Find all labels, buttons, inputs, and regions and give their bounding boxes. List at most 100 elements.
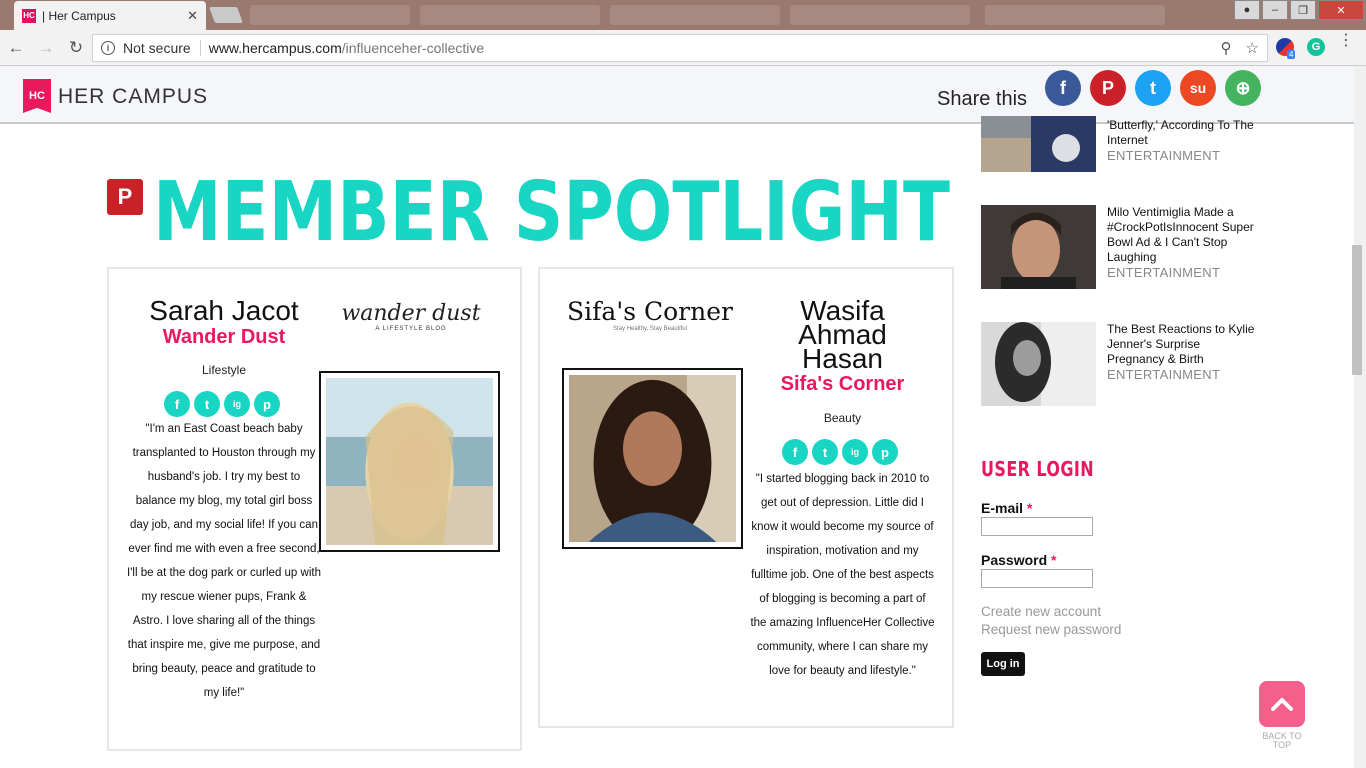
social-icons: f t ig p (782, 439, 898, 465)
more-share-icon[interactable]: ⊕ (1225, 70, 1261, 106)
pinterest-icon[interactable]: p (254, 391, 280, 417)
article-text: 'Butterfly,' According To The Internet E… (1107, 118, 1257, 163)
member-card: Sarah Jacot Wander Dust wander dust A LI… (107, 267, 522, 751)
url-host: www.hercampus.com (208, 40, 342, 56)
email-label: E-mail * (981, 500, 1032, 516)
close-icon[interactable]: ✕ (187, 8, 198, 24)
article-thumbnail[interactable] (981, 322, 1096, 406)
sidebar-article[interactable]: 'Butterfly,' According To The Internet E… (981, 116, 1261, 172)
menu-icon[interactable]: ⋮ (1338, 33, 1354, 49)
article-category[interactable]: ENTERTAINMENT (1107, 367, 1257, 382)
article-title[interactable]: Milo Ventimiglia Made a #CrockPotIsInnoc… (1107, 205, 1257, 265)
background-tab[interactable] (985, 5, 1165, 25)
sidebar-article[interactable]: The Best Reactions to Kylie Jenner's Sur… (981, 322, 1261, 412)
info-icon[interactable]: i (101, 41, 115, 55)
member-category: Beauty (823, 411, 862, 425)
restore-icon[interactable]: ❐ (1290, 0, 1316, 20)
share-label: Share this (937, 88, 1028, 110)
instagram-icon[interactable]: ig (842, 439, 868, 465)
extension-badge: 4 (1287, 50, 1296, 59)
member-category: Lifestyle (201, 363, 247, 377)
divider (199, 40, 201, 56)
background-tab[interactable] (790, 5, 970, 25)
email-label-text: E-mail (981, 500, 1024, 516)
blog-logo-subtitle: Stay Healthy, Stay Beautiful (613, 326, 687, 332)
article-category[interactable]: ENTERTAINMENT (1107, 148, 1257, 163)
instagram-icon[interactable]: ig (224, 391, 250, 417)
article-text: Milo Ventimiglia Made a #CrockPotIsInnoc… (1107, 205, 1257, 280)
wander-dust-logo[interactable]: wander dust A LIFESTYLE BLOG (321, 301, 501, 332)
browser-toolbar: ← → ↻ i Not secure www.hercampus.com/inf… (0, 30, 1366, 66)
security-status: Not secure (123, 40, 191, 56)
zoom-icon[interactable]: ⚲ (1221, 39, 1232, 57)
page-title: MEMBER SPOTLIGHT (153, 165, 951, 260)
social-icons: f t ig p (164, 391, 280, 417)
sifas-corner-logo[interactable]: Sifa's Corner Stay Healthy, Stay Beautif… (560, 297, 740, 332)
article-title[interactable]: 'Butterfly,' According To The Internet (1107, 118, 1257, 148)
tab-her-campus[interactable]: HC | Her Campus ✕ (14, 1, 206, 30)
password-label: Password * (981, 552, 1056, 568)
browser-tabstrip: HC | Her Campus ✕ ● – ❐ ✕ (0, 0, 1366, 30)
member-name: Wasifa Ahmad Hasan (750, 297, 935, 373)
chevron-up-icon (1271, 698, 1293, 711)
site-logo-text[interactable]: HER CAMPUS (58, 85, 208, 109)
window-controls: ● – ❐ ✕ (1234, 0, 1364, 20)
user-icon[interactable]: ● (1234, 0, 1260, 20)
article-thumbnail[interactable] (981, 205, 1096, 289)
twitter-share-icon[interactable]: t (1135, 70, 1171, 106)
address-bar[interactable]: i Not secure www.hercampus.com/influence… (92, 34, 1268, 62)
request-password-link[interactable]: Request new password (981, 622, 1121, 637)
bookmark-star-icon[interactable]: ☆ (1246, 39, 1259, 57)
sidebar-article[interactable]: Milo Ventimiglia Made a #CrockPotIsInnoc… (981, 205, 1261, 295)
member-photo (319, 371, 500, 552)
background-tab[interactable] (250, 5, 410, 25)
scrollbar-thumb[interactable] (1352, 245, 1362, 375)
article-thumbnail[interactable] (981, 116, 1096, 172)
hercampus-favicon-icon: HC (22, 8, 36, 23)
twitter-icon[interactable]: t (812, 439, 838, 465)
article-text: The Best Reactions to Kylie Jenner's Sur… (1107, 322, 1257, 382)
minimize-icon[interactable]: – (1262, 0, 1288, 20)
url-path: /influenceher-collective (341, 40, 485, 56)
article-category[interactable]: ENTERTAINMENT (1107, 265, 1257, 280)
window-close-icon[interactable]: ✕ (1318, 0, 1364, 20)
stumbleupon-share-icon[interactable]: su (1180, 70, 1216, 106)
facebook-icon[interactable]: f (782, 439, 808, 465)
required-mark: * (1051, 552, 1057, 568)
back-arrow-icon[interactable]: ← (2, 34, 30, 62)
forward-arrow-icon[interactable]: → (32, 34, 60, 62)
twitter-icon[interactable]: t (194, 391, 220, 417)
back-to-top-label[interactable]: BACK TO TOP (1254, 732, 1310, 750)
pinterest-share-icon[interactable]: P (1090, 70, 1126, 106)
member-quote: "I'm an East Coast beach baby transplant… (127, 423, 321, 699)
member-photo (562, 368, 743, 549)
email-field[interactable] (981, 517, 1093, 536)
hercampus-logo-icon[interactable]: HC (23, 79, 51, 113)
reload-icon[interactable]: ↻ (62, 34, 90, 62)
pinterest-pin-icon[interactable]: P (107, 179, 143, 215)
user-login-heading: USER LOGIN (981, 457, 1095, 481)
facebook-icon[interactable]: f (164, 391, 190, 417)
blog-name[interactable]: Sifa's Corner (750, 373, 935, 396)
new-tab-button[interactable] (209, 7, 243, 23)
blog-name[interactable]: Wander Dust (129, 326, 319, 349)
background-tab[interactable] (420, 5, 600, 25)
blog-logo-text: Sifa's Corner (567, 297, 733, 326)
blog-logo-subtitle: A LIFESTYLE BLOG (375, 326, 447, 332)
member-name: Sarah Jacot (149, 295, 299, 326)
scrollbar-track[interactable] (1354, 66, 1366, 768)
create-account-link[interactable]: Create new account (981, 604, 1101, 619)
tab-title: | Her Campus (42, 8, 116, 23)
login-button[interactable]: Log in (981, 652, 1025, 676)
pinterest-icon[interactable]: p (872, 439, 898, 465)
password-field[interactable] (981, 569, 1093, 588)
facebook-share-icon[interactable]: f (1045, 70, 1081, 106)
password-label-text: Password (981, 552, 1048, 568)
member-quote: "I started blogging back in 2010 to get … (750, 473, 935, 677)
member-card: Sifa's Corner Stay Healthy, Stay Beautif… (538, 267, 954, 728)
grammarly-icon[interactable]: G (1307, 38, 1325, 56)
required-mark: * (1026, 500, 1033, 516)
article-title[interactable]: The Best Reactions to Kylie Jenner's Sur… (1107, 322, 1257, 367)
background-tab[interactable] (610, 5, 780, 25)
back-to-top-button[interactable] (1259, 681, 1305, 727)
